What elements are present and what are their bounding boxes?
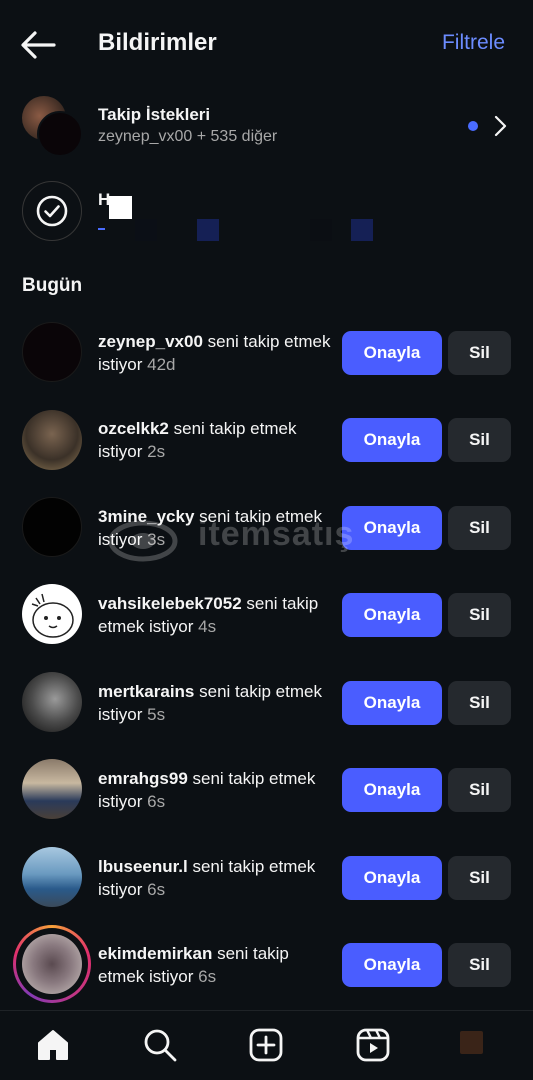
list-item: ekimdemirkan seni takip etmek istiyor 6s…: [0, 922, 533, 1006]
list-item: 3mine_ycky seni takip etmek istiyor 3s O…: [0, 485, 533, 569]
redaction-pixel: [310, 219, 332, 241]
timestamp: 2s: [147, 442, 166, 461]
delete-button[interactable]: Sil: [448, 506, 511, 550]
reels-icon[interactable]: [355, 1027, 391, 1063]
list-item: lbuseenur.l seni takip etmek istiyor 6s …: [0, 835, 533, 919]
timestamp: 6s: [147, 880, 166, 899]
avatar[interactable]: [22, 322, 82, 382]
avatar[interactable]: [22, 759, 82, 819]
timestamp: 3s: [147, 530, 166, 549]
bottom-nav: [0, 1010, 533, 1080]
list-item: ozcelkk2 seni takip etmek istiyor 2s Ona…: [0, 397, 533, 481]
confirm-button[interactable]: Onayla: [342, 943, 442, 987]
username[interactable]: mertkarains: [98, 682, 194, 701]
redaction-block: [109, 196, 132, 219]
timestamp: 5s: [147, 705, 166, 724]
profile-avatar[interactable]: [460, 1031, 483, 1054]
username[interactable]: zeynep_vx00: [98, 332, 203, 351]
username[interactable]: ozcelkk2: [98, 419, 169, 438]
confirm-button[interactable]: Onayla: [342, 681, 442, 725]
request-text: emrahgs99 seni takip etmek istiyor 6s: [98, 767, 334, 813]
delete-button[interactable]: Sil: [448, 418, 511, 462]
avatar[interactable]: [22, 672, 82, 732]
delete-button[interactable]: Sil: [448, 681, 511, 725]
redaction-pixel: [135, 219, 157, 241]
request-text: vahsikelebek7052 seni takip etmek istiyo…: [98, 592, 334, 638]
list-item: mertkarains seni takip etmek istiyor 5s …: [0, 660, 533, 744]
redaction-pixel: [197, 219, 219, 241]
confirm-button[interactable]: Onayla: [342, 593, 442, 637]
avatar[interactable]: [22, 497, 82, 557]
delete-button[interactable]: Sil: [448, 856, 511, 900]
confirm-button[interactable]: Onayla: [342, 418, 442, 462]
filter-link[interactable]: Filtrele: [442, 31, 505, 55]
confirm-button[interactable]: Onayla: [342, 506, 442, 550]
username[interactable]: 3mine_ycky: [98, 507, 194, 526]
confirm-button[interactable]: Onayla: [342, 331, 442, 375]
request-text: ozcelkk2 seni takip etmek istiyor 2s: [98, 417, 334, 463]
delete-button[interactable]: Sil: [448, 943, 511, 987]
follow-requests-subtitle: zeynep_vx00 + 535 diğer: [98, 128, 278, 145]
search-icon[interactable]: [142, 1027, 178, 1063]
username[interactable]: ekimdemirkan: [98, 944, 212, 963]
timestamp: 4s: [198, 617, 217, 636]
timestamp: 6s: [147, 792, 166, 811]
request-text: zeynep_vx00 seni takip etmek istiyor 42d: [98, 330, 334, 376]
delete-button[interactable]: Sil: [448, 768, 511, 812]
back-arrow-icon[interactable]: [20, 30, 56, 60]
section-today: Bugün: [22, 275, 83, 296]
list-item: emrahgs99 seni takip etmek istiyor 6s On…: [0, 747, 533, 831]
delete-button[interactable]: Sil: [448, 331, 511, 375]
redaction-dash: [98, 228, 105, 230]
confirm-button[interactable]: Onayla: [342, 856, 442, 900]
list-item: vahsikelebek7052 seni takip etmek istiyo…: [0, 572, 533, 656]
unread-dot: [468, 121, 478, 131]
check-icon: [36, 195, 68, 227]
avatar[interactable]: [22, 410, 82, 470]
request-text: ekimdemirkan seni takip etmek istiyor 6s: [98, 942, 334, 988]
avatar[interactable]: [22, 847, 82, 907]
timestamp: 6s: [198, 967, 217, 986]
create-icon[interactable]: [248, 1027, 284, 1063]
request-text: 3mine_ycky seni takip etmek istiyor 3s: [98, 505, 334, 551]
username[interactable]: vahsikelebek7052: [98, 594, 242, 613]
list-item: zeynep_vx00 seni takip etmek istiyor 42d…: [0, 310, 533, 394]
stacked-avatar-front: [37, 111, 83, 157]
request-text: lbuseenur.l seni takip etmek istiyor 6s: [98, 855, 334, 901]
cartoon-face-icon: [31, 593, 74, 638]
header: Bildirimler Filtrele: [0, 0, 533, 90]
request-text: mertkarains seni takip etmek istiyor 5s: [98, 680, 334, 726]
avatar[interactable]: [22, 584, 82, 644]
follow-requests-title: Takip İstekleri: [98, 105, 211, 124]
avatar[interactable]: [22, 934, 82, 994]
home-icon[interactable]: [35, 1027, 71, 1063]
confirm-button[interactable]: Onayla: [342, 768, 442, 812]
redaction-pixel: [351, 219, 373, 241]
username[interactable]: lbuseenur.l: [98, 857, 188, 876]
delete-button[interactable]: Sil: [448, 593, 511, 637]
username[interactable]: emrahgs99: [98, 769, 188, 788]
page-title: Bildirimler: [98, 29, 217, 56]
chevron-right-icon[interactable]: [492, 114, 508, 138]
timestamp: 42d: [147, 355, 176, 374]
